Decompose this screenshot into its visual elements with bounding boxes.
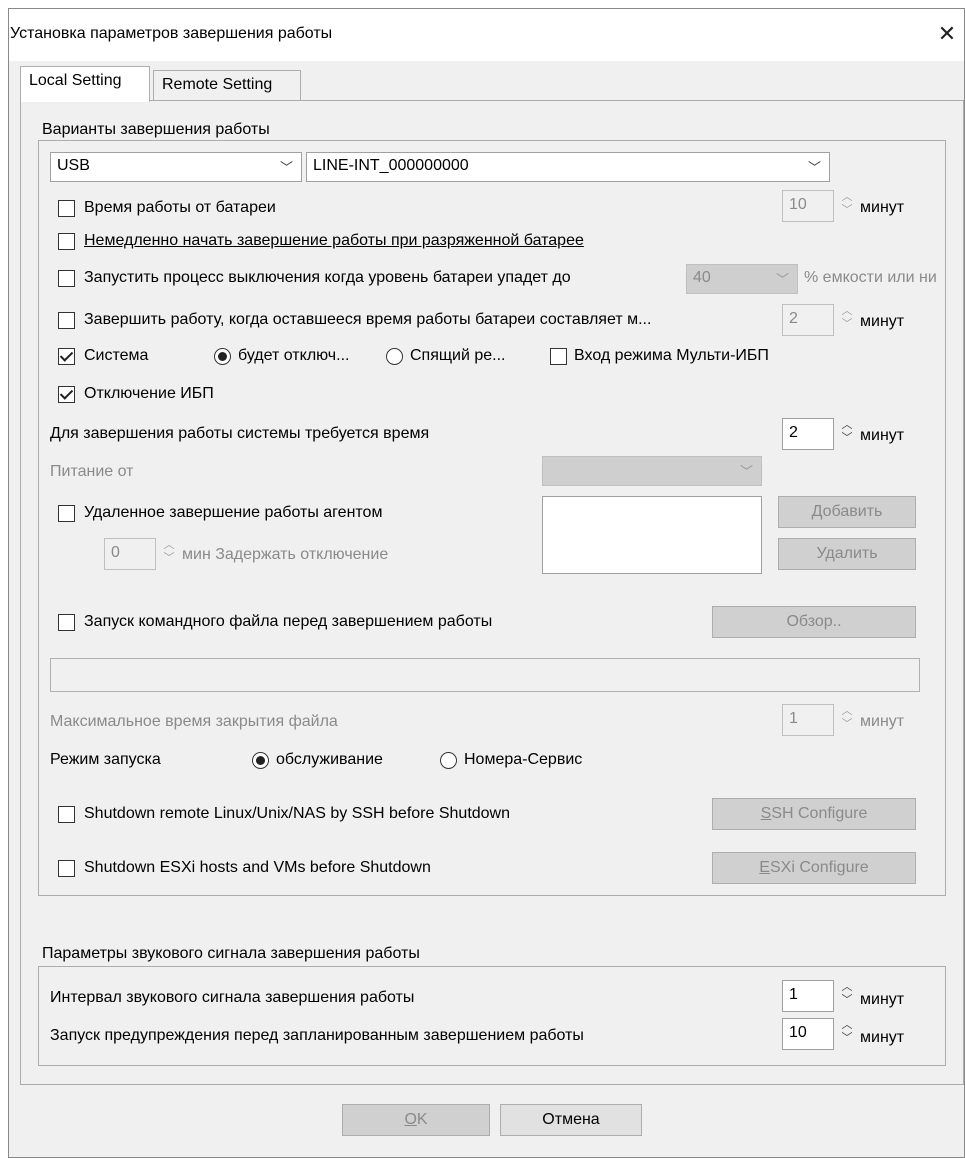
remaining-time-input[interactable]: 2 xyxy=(782,304,834,336)
remaining-time-spinner[interactable]: ︿ ﹀ xyxy=(840,305,854,335)
radio-maintenance-label: обслуживание xyxy=(276,751,383,768)
battery-runtime-spinner[interactable]: ︿ ﹀ xyxy=(840,191,854,221)
esxi-label: Shutdown ESXi hosts and VMs before Shutd… xyxy=(84,859,431,876)
device-select[interactable]: LINE-INT_000000000 ﹀ xyxy=(306,152,830,182)
radio-service-label: Номера-Сервис xyxy=(464,751,583,768)
chevron-down-icon: ﹀ xyxy=(775,272,789,287)
esxi-configure-mnemonic: E xyxy=(759,859,770,876)
delete-button[interactable]: Удалить xyxy=(778,538,916,570)
ssh-checkbox[interactable] xyxy=(58,806,75,823)
remaining-time-checkbox[interactable] xyxy=(58,312,75,329)
system-time-unit: минут xyxy=(860,427,905,444)
ssh-configure-button[interactable]: SSH Configure xyxy=(712,798,916,830)
battery-runtime-input[interactable]: 10 xyxy=(782,190,834,222)
radio-shutdown[interactable] xyxy=(214,348,231,365)
beep-options-legend: Параметры звукового сигнала завершения р… xyxy=(40,944,422,964)
warning-spinner[interactable]: ︿ ﹀ xyxy=(840,1019,854,1049)
esxi-configure-label: SXi Configure xyxy=(769,859,869,876)
max-close-time-label: Максимальное время закрытия файла xyxy=(50,713,338,730)
remote-agent-checkbox[interactable] xyxy=(58,505,75,522)
max-close-time-input[interactable]: 1 xyxy=(782,704,834,736)
esxi-checkbox[interactable] xyxy=(58,860,75,877)
chevron-down-icon: ﹀ xyxy=(807,160,821,175)
radio-sleep-label: Спящий ре... xyxy=(410,347,506,364)
system-checkbox[interactable] xyxy=(58,348,75,365)
battery-level-suffix: % емкости или ни xyxy=(804,269,937,286)
multi-ups-label: Вход режима Мульти-ИБП xyxy=(574,347,769,364)
radio-maintenance[interactable] xyxy=(252,752,269,769)
ups-off-checkbox[interactable] xyxy=(58,386,75,403)
multi-ups-checkbox[interactable] xyxy=(550,348,567,365)
warning-unit: минут xyxy=(860,1029,905,1046)
cancel-button[interactable]: Отмена xyxy=(500,1104,642,1136)
system-label: Система xyxy=(84,347,149,364)
esxi-configure-button[interactable]: ESXi Configure xyxy=(712,852,916,884)
system-time-label: Для завершения работы системы требуется … xyxy=(50,425,430,442)
device-select-value: LINE-INT_000000000 xyxy=(313,157,469,174)
shutdown-options-legend: Варианты завершения работы xyxy=(40,120,272,140)
battery-runtime-checkbox[interactable] xyxy=(58,200,75,217)
ssh-configure-mnemonic: S xyxy=(760,805,772,822)
ok-mnemonic: O xyxy=(404,1111,417,1128)
remote-agent-label: Удаленное завершение работы агентом xyxy=(84,504,383,521)
radio-sleep[interactable] xyxy=(386,348,403,365)
chevron-down-icon: ﹀ xyxy=(279,160,293,175)
radio-shutdown-label: будет отключ... xyxy=(238,347,350,364)
ok-button[interactable]: OK xyxy=(342,1104,490,1136)
command-path-field[interactable] xyxy=(50,658,920,692)
launch-mode-label: Режим запуска xyxy=(50,751,161,768)
remaining-time-label: Завершить работу, когда оставшееся время… xyxy=(84,311,652,328)
battery-level-label: Запустить процесс выключения когда урове… xyxy=(84,269,571,286)
ssh-configure-label: SH Configure xyxy=(771,805,868,822)
immediate-shutdown-label[interactable]: Немедленно начать завершение работы при … xyxy=(84,231,584,251)
beep-interval-spinner[interactable]: ︿ ﹀ xyxy=(840,981,854,1011)
beep-interval-label: Интервал звукового сигнала завершения ра… xyxy=(50,989,415,1006)
battery-runtime-unit: минут xyxy=(860,199,905,216)
port-select[interactable]: USB ﹀ xyxy=(50,152,302,182)
delay-spinner[interactable]: ︿ ﹀ xyxy=(162,539,176,569)
max-close-time-spinner[interactable]: ︿ ﹀ xyxy=(840,705,854,735)
agent-list[interactable] xyxy=(542,496,762,574)
system-time-spinner[interactable]: ︿ ﹀ xyxy=(840,419,854,449)
warning-input[interactable]: 10 xyxy=(782,1018,834,1050)
panel-content: Варианты завершения работы USB ﹀ LINE-INT… xyxy=(0,0,965,1158)
beep-interval-unit: минут xyxy=(860,991,905,1008)
beep-interval-input[interactable]: 1 xyxy=(782,980,834,1012)
radio-service[interactable] xyxy=(440,752,457,769)
delay-input[interactable]: 0 xyxy=(104,538,156,570)
ok-label: K xyxy=(416,1111,428,1128)
port-select-value: USB xyxy=(57,157,90,174)
add-button[interactable]: Добавить xyxy=(778,496,916,528)
delay-label: мин Задержать отключение xyxy=(182,546,389,563)
battery-level-checkbox[interactable] xyxy=(58,270,75,287)
immediate-shutdown-checkbox[interactable] xyxy=(58,233,75,250)
battery-runtime-label: Время работы от батареи xyxy=(84,199,276,216)
max-close-time-unit: минут xyxy=(860,713,905,730)
system-time-input[interactable]: 2 xyxy=(782,418,834,450)
power-from-select[interactable]: ﹀ xyxy=(542,456,762,486)
command-file-checkbox[interactable] xyxy=(58,614,75,631)
browse-button[interactable]: Обзор.. xyxy=(712,606,916,638)
power-from-label: Питание от xyxy=(50,463,134,480)
battery-level-value: 40 xyxy=(693,269,711,286)
ssh-label: Shutdown remote Linux/Unix/NAS by SSH be… xyxy=(84,805,511,822)
remaining-time-unit: минут xyxy=(860,313,905,330)
battery-level-select[interactable]: 40 ﹀ xyxy=(686,264,798,294)
command-file-label: Запуск командного файла перед завершение… xyxy=(84,613,493,630)
chevron-down-icon: ﹀ xyxy=(739,464,753,479)
ups-off-label: Отключение ИБП xyxy=(84,385,214,402)
warning-label: Запуск предупреждения перед запланирован… xyxy=(50,1027,584,1044)
